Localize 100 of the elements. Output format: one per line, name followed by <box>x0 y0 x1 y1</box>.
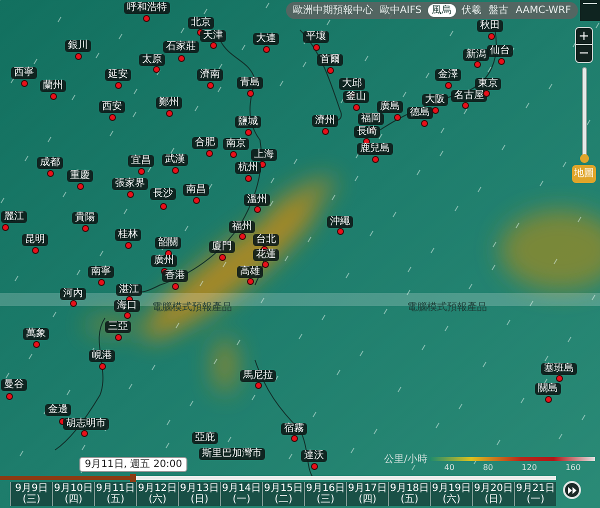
city-label: 東京 <box>475 78 501 90</box>
city-label: 廈門 <box>209 241 235 253</box>
city-label: 塞班島 <box>541 363 577 375</box>
timeline-day[interactable]: 9月16日 (三) <box>304 482 346 506</box>
zoom-in-button[interactable]: + <box>576 28 592 45</box>
timeline-day[interactable]: 9月14日 (一) <box>220 482 262 506</box>
timeline-day[interactable]: 9月13日 (日) <box>178 482 220 506</box>
city-label: 沖繩 <box>327 216 353 228</box>
model-tab[interactable]: 風烏 <box>428 4 456 17</box>
day-weekday: (五) <box>400 494 418 505</box>
day-date: 9月10日 <box>54 483 94 494</box>
city-label: 南昌 <box>183 184 209 196</box>
city-label: 南京 <box>223 138 249 150</box>
city-label: 鹽城 <box>235 116 261 128</box>
city-label: 長沙 <box>150 188 176 200</box>
day-date: 9月9日 <box>15 483 48 494</box>
day-date: 9月11日 <box>96 483 136 494</box>
legend-unit: 公里/小時 <box>384 454 428 466</box>
city-label: 天津 <box>200 30 226 42</box>
timeline-day[interactable]: 9月15日 (二) <box>262 482 304 506</box>
city-label: 秋田 <box>477 20 503 32</box>
zoom-out-button[interactable]: − <box>576 45 592 62</box>
city-label: 廣州 <box>151 255 177 267</box>
city-label: 平壤 <box>303 31 329 43</box>
city-label: 張家界 <box>112 178 148 190</box>
day-date: 9月13日 <box>180 483 220 494</box>
city-label: 宜昌 <box>128 155 154 167</box>
city-label: 蘭州 <box>40 80 66 92</box>
city-label: 胡志明市 <box>63 418 109 430</box>
day-weekday: (六) <box>148 494 166 505</box>
city-label: 河內 <box>60 288 86 300</box>
banner-text: 電腦模式預報產品 <box>152 302 232 313</box>
city-label: 大連 <box>253 33 279 45</box>
city-label: 台北 <box>253 234 279 246</box>
day-date: 9月19日 <box>432 483 472 494</box>
timeline-day[interactable]: 9月9日 (三) <box>10 482 52 506</box>
day-weekday: (三) <box>22 494 40 505</box>
city-label: 太原 <box>139 54 165 66</box>
timeline-day[interactable]: 9月19日 (六) <box>430 482 472 506</box>
timeline-day[interactable]: 9月10日 (四) <box>52 482 94 506</box>
city-label: 亞庇 <box>192 432 218 444</box>
city-label: 合肥 <box>192 137 218 149</box>
city-label: 斯里巴加灣市 <box>199 448 265 460</box>
model-tab[interactable]: 盤古 <box>488 4 510 17</box>
banner-text: 電腦模式預報產品 <box>407 302 487 313</box>
city-label: 花蓮 <box>253 249 279 261</box>
city-label: 曼谷 <box>1 379 27 391</box>
model-tab[interactable]: 伏羲 <box>460 4 483 17</box>
city-label: 海口 <box>114 300 140 312</box>
day-weekday: (日) <box>190 494 208 505</box>
timeline-day[interactable]: 9月20日 (日) <box>472 482 514 506</box>
city-label: 大邱 <box>339 78 365 90</box>
city-label: 長崎 <box>354 126 380 138</box>
city-label: 呼和浩特 <box>124 2 170 14</box>
timeline-day[interactable]: 9月18日 (五) <box>388 482 430 506</box>
menu-panel[interactable] <box>580 0 600 21</box>
city-label: 麗江 <box>1 211 27 223</box>
day-date: 9月21日 <box>516 483 556 494</box>
city-label: 宿霧 <box>281 423 307 435</box>
city-label: 峴港 <box>89 350 115 362</box>
city-label: 達沃 <box>301 450 327 462</box>
city-label: 金邊 <box>45 404 71 416</box>
day-date: 9月20日 <box>474 483 514 494</box>
city-label: 三亞 <box>105 321 131 333</box>
city-label: 青島 <box>237 77 263 89</box>
timeline-handle[interactable] <box>130 474 136 482</box>
time-tooltip: 9月11日, 週五 20:00 <box>80 457 188 472</box>
legend-tick-label: 80 <box>482 463 494 472</box>
day-date: 9月18日 <box>390 483 430 494</box>
city-label: 西安 <box>99 101 125 113</box>
day-weekday: (四) <box>64 494 82 505</box>
day-weekday: (一) <box>526 494 544 505</box>
city-label: 北京 <box>188 17 214 29</box>
model-tab[interactable]: AAMC-WRF <box>514 4 572 17</box>
city-label: 高雄 <box>237 266 263 278</box>
day-date: 9月17日 <box>348 483 388 494</box>
day-weekday: (四) <box>358 494 376 505</box>
day-date: 9月15日 <box>264 483 304 494</box>
timeline-day[interactable]: 9月21日 (一) <box>514 482 556 506</box>
city-label: 釜山 <box>343 91 369 103</box>
model-tab[interactable]: 歐中AIFS <box>378 4 423 17</box>
city-label: 大阪 <box>422 94 448 106</box>
day-weekday: (五) <box>106 494 124 505</box>
city-label: 杭州 <box>235 162 261 174</box>
city-label: 德島 <box>407 107 433 119</box>
city-label: 廣島 <box>377 101 403 113</box>
timeline-day[interactable]: 9月12日 (六) <box>136 482 178 506</box>
city-label: 貴陽 <box>72 212 98 224</box>
city-label: 韶關 <box>155 237 181 249</box>
city-label: 成都 <box>37 157 63 169</box>
timeline-day[interactable]: 9月11日 (五) <box>94 482 136 506</box>
day-date: 9月16日 <box>306 483 346 494</box>
model-tab[interactable]: 歐洲中期預報中心 <box>292 4 374 17</box>
timeline-day[interactable]: 9月17日 (四) <box>346 482 388 506</box>
city-label: 武漢 <box>162 154 188 166</box>
city-label: 福州 <box>229 221 255 233</box>
legend-tick-label: 40 <box>444 463 454 472</box>
city-label: 湛江 <box>116 284 142 296</box>
legend-tick-label: 120 <box>522 463 537 472</box>
day-date: 9月12日 <box>138 483 178 494</box>
